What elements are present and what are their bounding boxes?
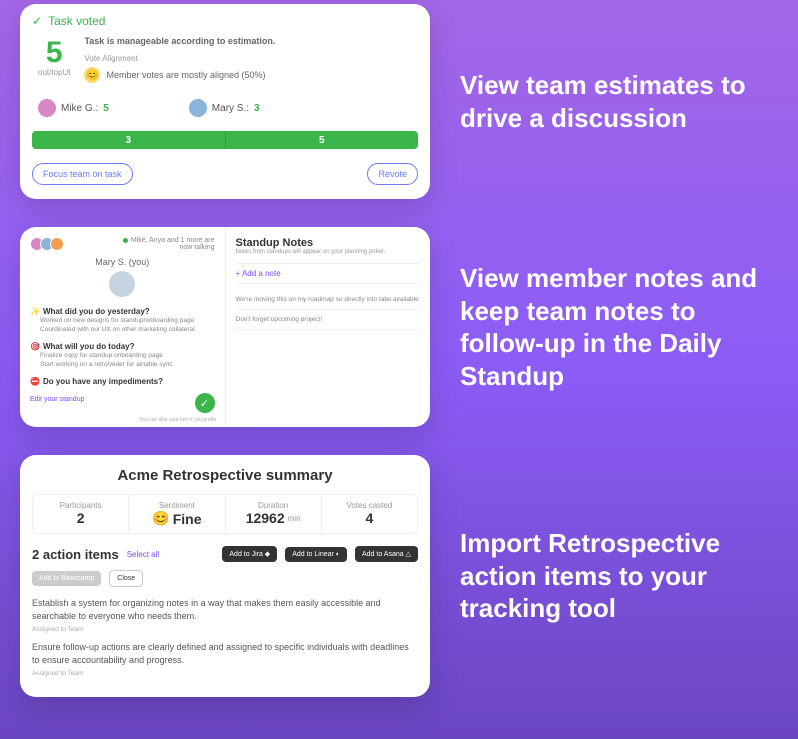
assigned-to: Assigned to Team: [32, 670, 418, 677]
close-button[interactable]: Close: [109, 570, 143, 587]
score-description: Task is manageable according to estimati…: [84, 36, 412, 83]
dist-segment: 5: [226, 131, 419, 149]
caption-1: View team estimates to drive a discussio…: [460, 69, 778, 134]
retro-card: Acme Retrospective summary Participants …: [20, 455, 430, 697]
status-line1: Mike, Anya and 1 more are: [131, 237, 215, 244]
voter-score: 5: [103, 103, 109, 114]
target-icon: 🎯: [30, 342, 40, 351]
check-icon: ✓: [32, 14, 42, 28]
q-text: What will you do today?: [43, 342, 135, 351]
vote-alignment-label: Vote Alignment: [84, 54, 412, 63]
voter-name: Mary S.:: [212, 103, 249, 114]
avatar: [50, 237, 64, 251]
question-impediments: ⛔Do you have any impediments?: [30, 377, 215, 386]
retro-title: Acme Retrospective summary: [32, 467, 418, 484]
stat-value: 12962: [246, 510, 285, 526]
member-name: Mary S. (you): [30, 257, 215, 267]
action-items-title: 2 action items: [32, 547, 119, 562]
avatar: [189, 99, 207, 117]
action-item: Ensure follow-up actions are clearly def…: [32, 641, 418, 666]
current-member: Mary S. (you): [30, 257, 215, 297]
focus-team-button[interactable]: Focus team on task: [32, 163, 133, 185]
stat-participants: Participants 2: [33, 495, 129, 533]
voter-2: Mary S.: 3: [189, 99, 260, 117]
stat-unit: min: [288, 514, 301, 523]
avatar: [38, 99, 56, 117]
action-item: Establish a system for organizing notes …: [32, 597, 418, 622]
notes-title: Standup Notes: [236, 237, 421, 249]
smile-icon: 😊: [84, 67, 100, 83]
stats-row: Participants 2 Sentiment 😊Fine Duration …: [32, 494, 418, 534]
status-line2: now talking: [123, 244, 215, 251]
score-value: 5: [38, 36, 70, 70]
standup-card: Mike, Anya and 1 more are now talking Ma…: [20, 227, 430, 427]
stat-votes: Votes casted 4: [322, 495, 417, 533]
assigned-to: Assigned to Team: [32, 626, 418, 633]
select-all-link[interactable]: Select all: [127, 550, 159, 559]
voter-name: Mike G.:: [61, 103, 98, 114]
stat-sentiment: Sentiment 😊Fine: [129, 495, 225, 533]
stat-value: 4: [322, 510, 417, 526]
edit-standup-link[interactable]: Edit your standup: [30, 396, 84, 403]
question-today: 🎯What will you do today? Finalize copy f…: [30, 342, 215, 369]
q-text: Do you have any impediments?: [43, 377, 163, 386]
q-answer: Start working on a retro/wider for airta…: [40, 360, 215, 369]
caption-3: Import Retrospective action items to you…: [460, 527, 778, 625]
add-note-button[interactable]: + Add a note: [236, 263, 421, 284]
estimate-card: ✓ Task voted 5 out/topUt Task is managea…: [20, 4, 430, 199]
task-voted-label: Task voted: [48, 14, 105, 28]
voter-1: Mike G.: 5: [38, 99, 109, 117]
score-display: 5 out/topUt: [38, 36, 70, 83]
avatar: [109, 271, 135, 297]
add-to-asana-button[interactable]: Add to Asana △: [355, 546, 418, 562]
sparkle-icon: ✨: [30, 307, 40, 316]
stat-label: Participants: [33, 501, 128, 510]
stat-label: Sentiment: [129, 501, 224, 510]
task-voted-header: ✓ Task voted: [32, 14, 418, 28]
note-item: Don't forget upcoming project!: [236, 310, 421, 330]
stat-value: 2: [33, 510, 128, 526]
q-answer: Coordinated with our UX on other marketi…: [40, 325, 215, 334]
revote-button[interactable]: Revote: [367, 163, 418, 185]
voter-score: 3: [254, 103, 260, 114]
alignment-text: Member votes are mostly aligned (50%): [106, 70, 265, 80]
skip-hint: You can skip your turn if you prefer: [139, 417, 216, 423]
team-avatars: [30, 237, 64, 251]
stop-icon: ⛔: [30, 377, 40, 386]
dist-segment: 3: [32, 131, 226, 149]
smile-icon: 😊: [152, 510, 169, 527]
add-to-linear-button[interactable]: Add to Linear ◐: [285, 547, 347, 562]
question-yesterday: ✨What did you do yesterday? Worked on ne…: [30, 307, 215, 334]
talking-status: Mike, Anya and 1 more are now talking: [123, 237, 215, 251]
q-answer: Finalize copy for standup onboarding pag…: [40, 351, 215, 360]
online-dot-icon: [123, 238, 128, 243]
caption-2: View member notes and keep team notes to…: [460, 262, 778, 392]
add-to-jira-button[interactable]: Add to Jira ◆: [222, 546, 277, 562]
task-desc: Task is manageable according to estimati…: [84, 36, 412, 46]
stat-duration: Duration 12962min: [226, 495, 322, 533]
stat-label: Votes casted: [322, 501, 417, 510]
notes-subtitle: Notes from standups will appear on your …: [236, 249, 421, 255]
q-answer: Worked on new designs for standup/onboar…: [40, 316, 215, 325]
distribution-bar: 3 5: [32, 131, 418, 149]
q-text: What did you do yesterday?: [43, 307, 150, 316]
stat-label: Duration: [226, 501, 321, 510]
add-to-basecamp-button[interactable]: Add to Basecamp: [32, 571, 101, 586]
note-item: We're moving this on my roadmap so direc…: [236, 290, 421, 310]
done-button[interactable]: ✓: [195, 393, 215, 413]
stat-value: Fine: [173, 511, 202, 527]
score-unit: out/topUt: [38, 68, 70, 77]
